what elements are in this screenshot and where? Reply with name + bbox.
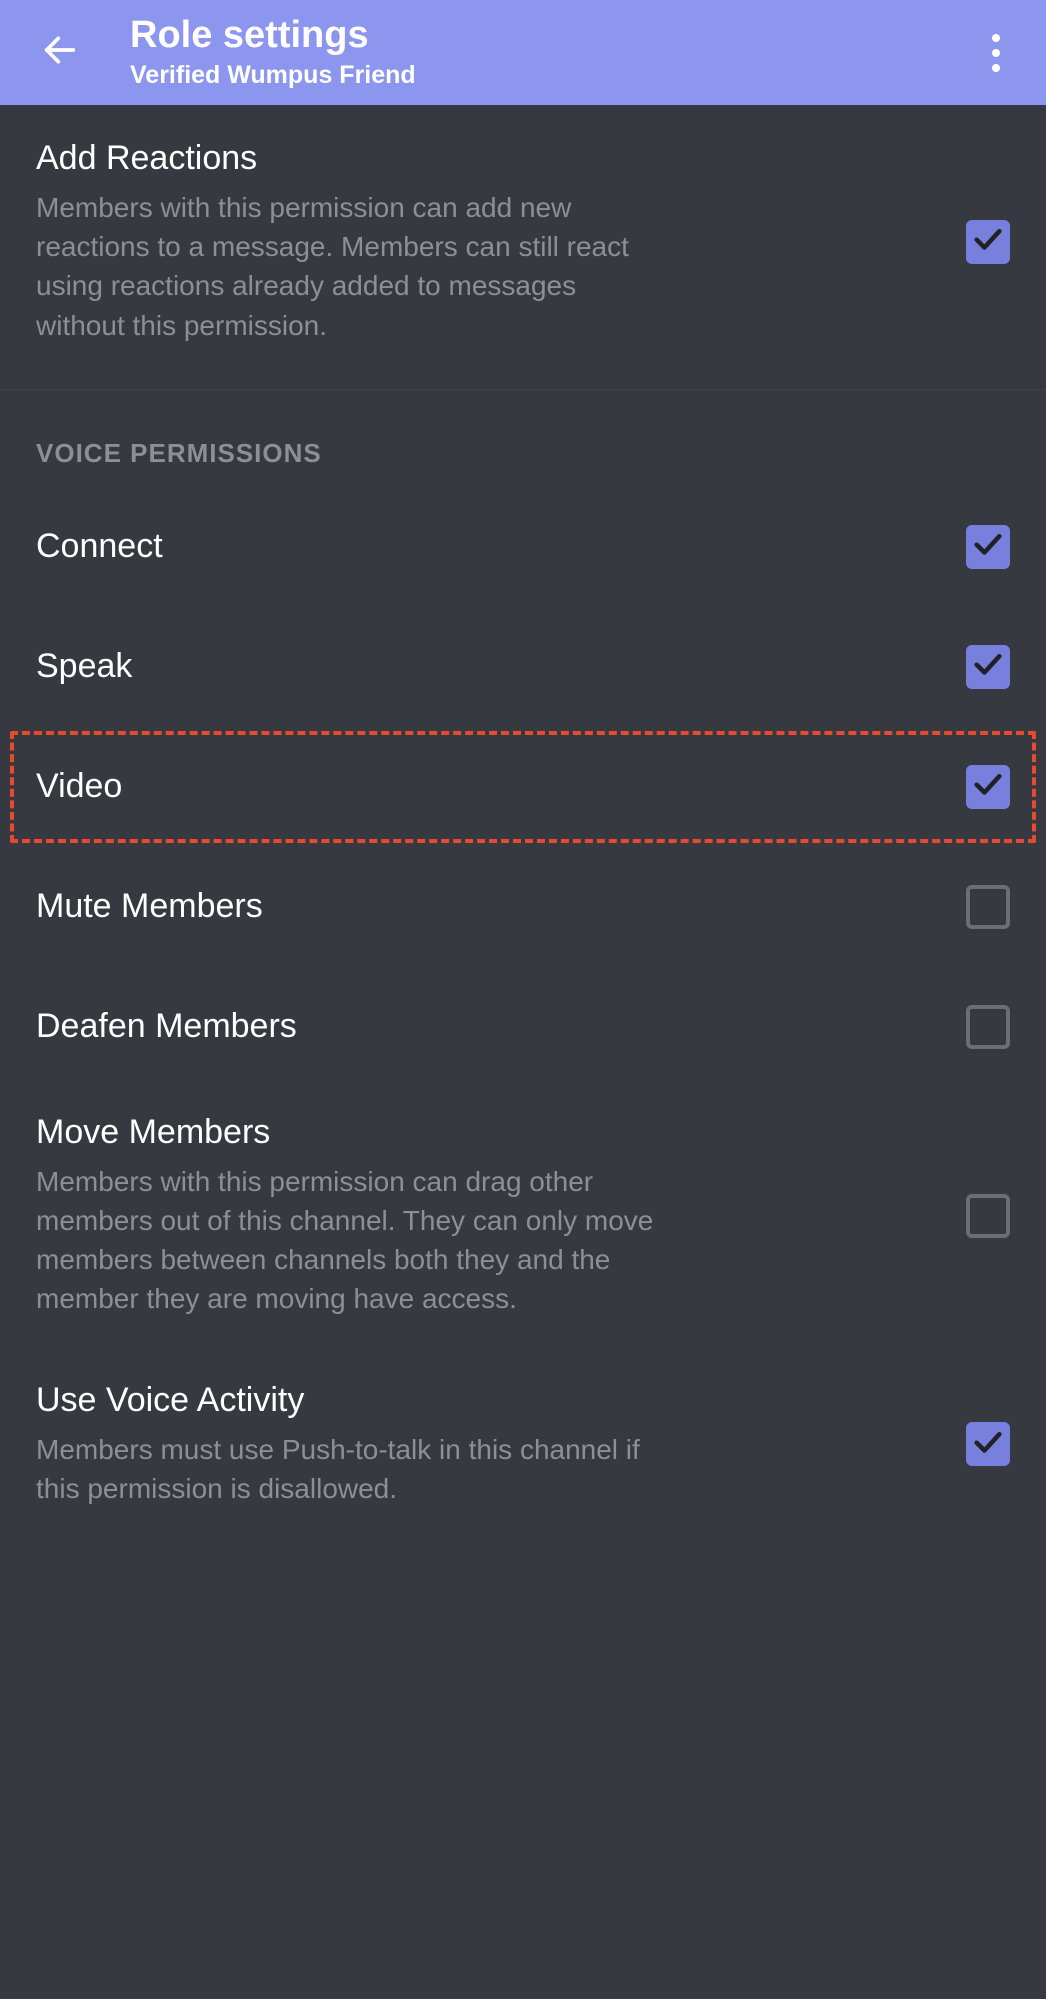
permission-row-add-reactions[interactable]: Add Reactions Members with this permissi… [0, 105, 1046, 389]
permission-title: Video [36, 767, 936, 806]
permission-description: Members with this permission can add new… [36, 188, 656, 345]
permission-title: Deafen Members [36, 1007, 936, 1046]
permission-text: Use Voice Activity Members must use Push… [36, 1381, 966, 1508]
permission-row-use-voice-activity[interactable]: Use Voice Activity Members must use Push… [0, 1355, 1046, 1548]
checkbox-connect[interactable] [966, 525, 1010, 569]
permission-row-deafen-members[interactable]: Deafen Members [0, 967, 1046, 1087]
check-icon [971, 767, 1005, 806]
settings-content: Add Reactions Members with this permissi… [0, 105, 1046, 1548]
checkbox-video[interactable] [966, 765, 1010, 809]
permission-description: Members must use Push-to-talk in this ch… [36, 1430, 656, 1508]
kebab-icon [992, 34, 1000, 72]
arrow-left-icon [40, 30, 80, 75]
check-icon [971, 1425, 1005, 1464]
permission-title: Connect [36, 527, 936, 566]
checkbox-mute-members[interactable] [966, 885, 1010, 929]
checkbox-deafen-members[interactable] [966, 1005, 1010, 1049]
permission-row-video[interactable]: Video [0, 727, 1046, 847]
app-header: Role settings Verified Wumpus Friend [0, 0, 1046, 105]
page-subtitle: Verified Wumpus Friend [130, 61, 416, 90]
check-icon [971, 527, 1005, 566]
back-button[interactable] [30, 23, 90, 83]
check-icon [971, 222, 1005, 261]
permission-row-mute-members[interactable]: Mute Members [0, 847, 1046, 967]
permission-text: Speak [36, 647, 966, 686]
permission-text: Mute Members [36, 887, 966, 926]
header-titles: Role settings Verified Wumpus Friend [130, 15, 416, 90]
checkbox-move-members[interactable] [966, 1194, 1010, 1238]
permission-text: Deafen Members [36, 1007, 966, 1046]
checkbox-add-reactions[interactable] [966, 220, 1010, 264]
permission-row-move-members[interactable]: Move Members Members with this permissio… [0, 1087, 1046, 1355]
permission-title: Mute Members [36, 887, 936, 926]
section-header-voice: VOICE PERMISSIONS [0, 390, 1046, 487]
permission-row-speak[interactable]: Speak [0, 607, 1046, 727]
permission-title: Speak [36, 647, 936, 686]
permission-title: Add Reactions [36, 139, 936, 178]
checkbox-use-voice-activity[interactable] [966, 1422, 1010, 1466]
permission-title: Use Voice Activity [36, 1381, 936, 1420]
permission-text: Video [36, 767, 966, 806]
permission-text: Connect [36, 527, 966, 566]
permission-title: Move Members [36, 1113, 936, 1152]
more-options-button[interactable] [966, 23, 1026, 83]
check-icon [971, 647, 1005, 686]
permission-description: Members with this permission can drag ot… [36, 1162, 656, 1319]
permission-text: Move Members Members with this permissio… [36, 1113, 966, 1319]
permission-row-connect[interactable]: Connect [0, 487, 1046, 607]
checkbox-speak[interactable] [966, 645, 1010, 689]
permission-text: Add Reactions Members with this permissi… [36, 139, 966, 345]
page-title: Role settings [130, 15, 416, 57]
